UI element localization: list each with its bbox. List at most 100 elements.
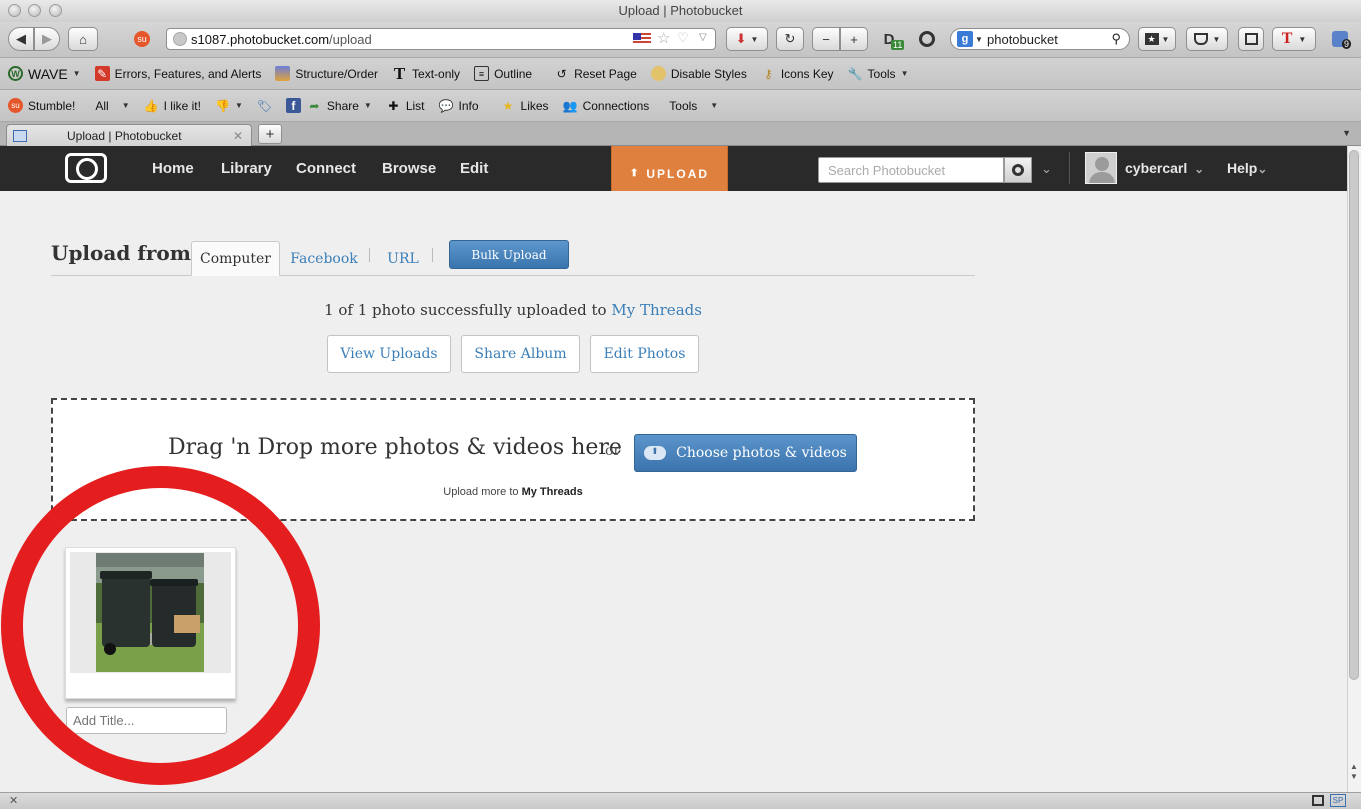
drop-zone-text: Drag 'n Drop more photos & videos here bbox=[168, 435, 622, 460]
bookmarks-button[interactable]: ★ ▼ bbox=[1138, 27, 1176, 51]
nav-connect[interactable]: Connect bbox=[296, 146, 356, 191]
url-dropdown-icon[interactable]: ▽ bbox=[699, 32, 707, 43]
t-extension-icon: T bbox=[1281, 30, 1293, 47]
photo-title-input[interactable] bbox=[66, 707, 227, 734]
zoom-in-button[interactable]: + bbox=[840, 27, 868, 51]
nav-library[interactable]: Library bbox=[221, 146, 272, 191]
magnifier-icon bbox=[919, 31, 935, 47]
structure-layers-icon bbox=[275, 66, 291, 81]
tab-list-chevron-icon[interactable]: ▼ bbox=[1342, 128, 1351, 138]
wave-disable-styles-button[interactable]: Disable Styles bbox=[650, 66, 747, 81]
upload-more-text: Upload more to My Threads bbox=[443, 486, 583, 498]
username-menu[interactable]: cybercarl ⌄ bbox=[1125, 146, 1204, 191]
magnifier-extension-button[interactable] bbox=[914, 27, 940, 51]
nav-home[interactable]: Home bbox=[152, 146, 194, 191]
zoom-window-button[interactable] bbox=[49, 4, 62, 17]
edit-photos-button[interactable]: Edit Photos bbox=[590, 335, 699, 373]
search-options-chevron-icon[interactable]: ⌄ bbox=[1041, 161, 1052, 177]
reload-button[interactable]: ↻ bbox=[776, 27, 804, 51]
likes-button[interactable]: ★ Likes bbox=[501, 98, 549, 113]
zoom-out-button[interactable]: − bbox=[812, 27, 840, 51]
list-button[interactable]: ✚ List bbox=[386, 98, 424, 113]
google-icon: g bbox=[957, 31, 973, 47]
share-menu[interactable]: ➦ Share ▼ bbox=[307, 98, 371, 113]
plus-list-icon: ✚ bbox=[388, 98, 399, 113]
t-extension-button[interactable]: T ▼ bbox=[1272, 27, 1316, 51]
info-button[interactable]: 💬 Info bbox=[439, 98, 479, 113]
window-layout-button[interactable] bbox=[1238, 27, 1264, 51]
address-bar[interactable]: s1087.photobucket.com/upload ☆ ♡ ▽ bbox=[166, 28, 716, 50]
people-icon: 👥 bbox=[562, 98, 578, 113]
forward-button[interactable]: ▶ bbox=[34, 27, 60, 51]
status-bar: ✕ SP bbox=[0, 792, 1361, 809]
tag-button[interactable]: 🏷 bbox=[257, 98, 272, 113]
wave-reset-page-button[interactable]: ↺ Reset Page bbox=[554, 66, 637, 81]
wave-text-only-button[interactable]: T Text-only bbox=[392, 64, 460, 83]
close-window-button[interactable] bbox=[8, 4, 21, 17]
i-like-it-button[interactable]: 👍 I like it! bbox=[144, 98, 201, 113]
tab-url[interactable]: URL bbox=[380, 241, 426, 276]
download-button[interactable]: ⬇ ▼ bbox=[726, 27, 768, 51]
photobucket-logo-icon[interactable] bbox=[65, 153, 107, 183]
facebook-button[interactable]: f bbox=[285, 98, 301, 113]
wave-icons-key-button[interactable]: ⚷ Icons Key bbox=[761, 66, 834, 81]
stumble-tools-menu[interactable]: Tools ▼ bbox=[669, 99, 718, 113]
d-extension-button[interactable]: D 11 bbox=[876, 27, 905, 51]
nav-edit[interactable]: Edit bbox=[460, 146, 488, 191]
facebook-icon: f bbox=[285, 98, 301, 113]
reload-icon: ↻ bbox=[784, 31, 796, 46]
photobucket-search-input[interactable]: Search Photobucket bbox=[818, 157, 1004, 183]
stumble-button[interactable]: su Stumble! bbox=[8, 98, 75, 113]
album-link[interactable]: My Threads bbox=[611, 301, 702, 319]
avatar[interactable] bbox=[1085, 152, 1117, 184]
pocket-button[interactable]: ▼ bbox=[1186, 27, 1228, 51]
bookmark-star-icon[interactable]: ☆ bbox=[657, 29, 670, 47]
wave-structure-button[interactable]: Structure/Order bbox=[275, 66, 378, 81]
connections-button[interactable]: 👥 Connections bbox=[563, 98, 650, 113]
scroll-down-arrow-icon[interactable]: ▼ bbox=[1350, 772, 1358, 781]
download-icon: ⬇ bbox=[735, 31, 747, 46]
pocket-save-icon[interactable]: ♡ bbox=[677, 30, 689, 46]
stumble-toolbar: su Stumble! All ▼ 👍 I like it! 👎 ▼ 🏷 f ➦ S… bbox=[0, 90, 1361, 122]
wave-outline-button[interactable]: ≡ Outline bbox=[474, 66, 532, 81]
scrollbar-thumb[interactable] bbox=[1349, 150, 1359, 680]
wave-errors-button[interactable]: ✎ Errors, Features, and Alerts bbox=[94, 66, 261, 81]
scroll-up-arrow-icon[interactable]: ▲ bbox=[1350, 762, 1358, 771]
uploaded-photo-thumbnail[interactable] bbox=[96, 553, 204, 672]
photobucket-search-button[interactable] bbox=[1004, 157, 1032, 183]
nav-browse[interactable]: Browse bbox=[382, 146, 436, 191]
wave-tools-menu[interactable]: 🔧 Tools ▼ bbox=[848, 66, 909, 81]
search-magnifier-icon[interactable]: ⚲ bbox=[1111, 31, 1121, 47]
minimize-window-button[interactable] bbox=[28, 4, 41, 17]
extension-button[interactable]: 9 bbox=[1326, 27, 1354, 51]
home-button[interactable]: ⌂ bbox=[68, 27, 98, 51]
wave-menu[interactable]: W WAVE ▼ bbox=[8, 66, 81, 82]
new-tab-button[interactable]: + bbox=[258, 124, 282, 144]
tab-facebook[interactable]: Facebook bbox=[284, 241, 364, 276]
share-album-button[interactable]: Share Album bbox=[461, 335, 580, 373]
tab-upload-photobucket[interactable]: Upload | Photobucket ✕ bbox=[6, 124, 252, 146]
stumble-nav-button[interactable]: su bbox=[130, 27, 154, 51]
layout-icon bbox=[1244, 33, 1258, 45]
plus-icon: + bbox=[850, 31, 858, 47]
bulk-upload-button[interactable]: Bulk Upload bbox=[449, 240, 569, 269]
choose-photos-button[interactable]: ⬆ Choose photos & videos bbox=[634, 434, 857, 472]
browser-navbar: ◀ ▶ ⌂ su s1087.photobucket.com/upload ☆ … bbox=[0, 22, 1361, 58]
cloud-upload-icon: ⬆ bbox=[644, 446, 667, 460]
tab-computer[interactable]: Computer bbox=[191, 241, 280, 276]
help-menu[interactable]: Help⌄ bbox=[1227, 146, 1267, 191]
thumbs-down-icon: 👎 bbox=[214, 98, 230, 113]
status-layout-icon[interactable] bbox=[1312, 795, 1324, 806]
trash-cans-photo bbox=[96, 553, 204, 672]
help-chevron-icon: ⌄ bbox=[1257, 162, 1268, 176]
thumbs-down-menu[interactable]: 👎 ▼ bbox=[215, 98, 243, 113]
status-sp-icon[interactable]: SP bbox=[1330, 794, 1346, 807]
browser-search-field[interactable]: g ▼ photobucket ⚲ bbox=[950, 28, 1130, 50]
share-arrow-icon: ➦ bbox=[309, 98, 320, 113]
stumble-all-menu[interactable]: All ▼ bbox=[95, 99, 129, 113]
status-close-icon[interactable]: ✕ bbox=[9, 794, 18, 807]
tab-close-icon[interactable]: ✕ bbox=[233, 129, 243, 143]
back-button[interactable]: ◀ bbox=[8, 27, 34, 51]
upload-more-album[interactable]: My Threads bbox=[522, 486, 583, 498]
view-uploads-button[interactable]: View Uploads bbox=[327, 335, 451, 373]
